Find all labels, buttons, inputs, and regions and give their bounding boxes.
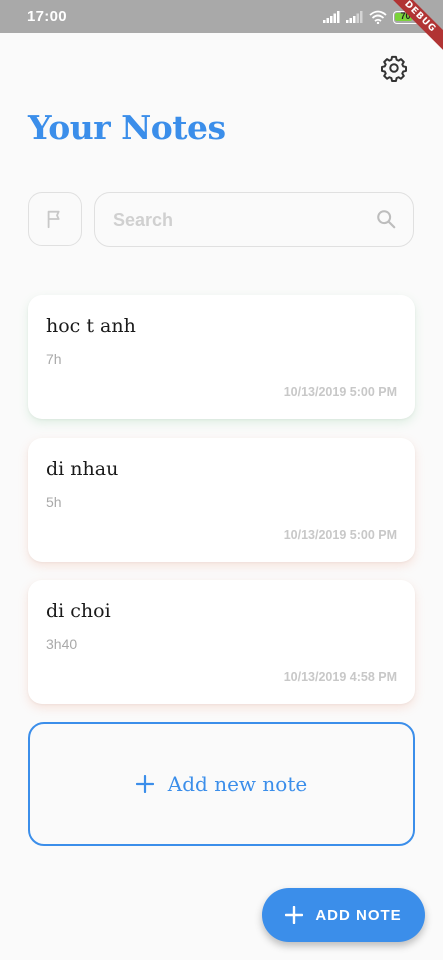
status-time: 17:00 bbox=[27, 8, 67, 25]
add-note-fab[interactable]: ADD NOTE bbox=[262, 888, 425, 942]
status-bar: 17:00 70 DEBUG bbox=[0, 0, 443, 54]
add-note-fab-label: ADD NOTE bbox=[315, 906, 402, 924]
note-body: 5h bbox=[46, 494, 62, 510]
note-body: 7h bbox=[46, 351, 62, 367]
search-box[interactable] bbox=[94, 192, 414, 247]
note-title: di choi bbox=[46, 600, 111, 622]
signal-icon bbox=[323, 11, 340, 23]
note-date: 10/13/2019 4:58 PM bbox=[283, 670, 397, 684]
plus-icon bbox=[285, 906, 304, 924]
settings-button[interactable] bbox=[380, 54, 408, 82]
note-date: 10/13/2019 5:00 PM bbox=[283, 528, 397, 542]
plus-icon bbox=[135, 775, 154, 793]
note-card[interactable]: di choi 3h40 10/13/2019 4:58 PM bbox=[28, 580, 415, 704]
flag-icon bbox=[47, 210, 60, 229]
search-input[interactable] bbox=[111, 206, 365, 234]
note-title: hoc t anh bbox=[46, 315, 136, 337]
wifi-icon bbox=[369, 10, 387, 24]
add-new-note-card[interactable]: Add new note bbox=[28, 722, 415, 846]
note-card[interactable]: hoc t anh 7h 10/13/2019 5:00 PM bbox=[28, 295, 415, 419]
note-body: 3h40 bbox=[46, 636, 78, 652]
search-icon[interactable] bbox=[375, 208, 397, 230]
filter-flag-button[interactable] bbox=[28, 192, 82, 246]
note-title: di nhau bbox=[46, 458, 119, 480]
signal-icon-secondary bbox=[346, 11, 363, 23]
note-date: 10/13/2019 5:00 PM bbox=[283, 385, 397, 399]
note-card[interactable]: di nhau 5h 10/13/2019 5:00 PM bbox=[28, 438, 415, 562]
page-title: Your Notes bbox=[28, 108, 226, 147]
add-new-note-label: Add new note bbox=[167, 772, 308, 796]
gear-icon bbox=[380, 55, 408, 82]
